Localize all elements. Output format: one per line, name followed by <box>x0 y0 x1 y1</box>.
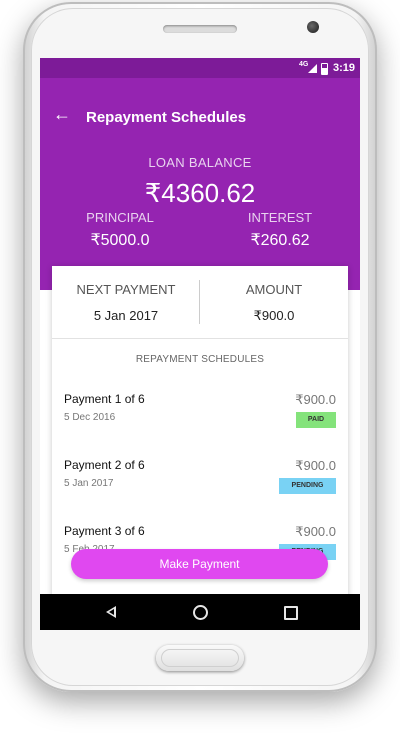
signal-icon <box>308 64 317 73</box>
front-camera <box>307 21 319 33</box>
status-badge: PENDING <box>279 478 336 494</box>
principal-value: ₹5000.0 <box>90 232 150 249</box>
schedule-row[interactable]: Payment 2 of 6 5 Jan 2017 ₹900.0 PENDING <box>52 458 348 520</box>
make-payment-button[interactable]: Make Payment <box>71 549 328 579</box>
payment-name: Payment 2 of 6 <box>64 458 145 472</box>
payment-amount: ₹900.0 <box>295 524 336 539</box>
interest-value: ₹260.62 <box>250 232 310 249</box>
nav-recent-icon[interactable] <box>284 606 298 620</box>
loan-balance-value: ₹4360.62 <box>144 178 256 208</box>
android-nav-bar <box>40 594 360 630</box>
schedules-heading: REPAYMENT SCHEDULES <box>135 354 265 365</box>
loan-balance-label: LOAN BALANCE <box>148 155 252 170</box>
app-screen: 4G 3:19 ← Repayment Schedules LOAN BALAN… <box>40 58 360 630</box>
principal-label: PRINCIPAL <box>86 210 154 225</box>
arrow-back-icon[interactable]: ← <box>53 105 71 123</box>
schedule-row[interactable]: Payment 1 of 6 5 Dec 2016 ₹900.0 PAID <box>52 392 348 454</box>
payment-date: 5 Jan 2017 <box>64 478 114 489</box>
amount-label: AMOUNT <box>245 282 303 297</box>
network-type: 4G <box>299 61 309 68</box>
status-bar: 4G 3:19 <box>40 58 360 78</box>
loan-summary-header: ← Repayment Schedules LOAN BALANCE ₹4360… <box>40 78 360 290</box>
interest-label: INTEREST <box>247 210 313 225</box>
payment-name: Payment 3 of 6 <box>64 524 145 538</box>
payment-amount: ₹900.0 <box>295 458 336 473</box>
nav-home-icon[interactable] <box>193 605 208 620</box>
status-time: 3:19 <box>333 62 356 74</box>
section-divider <box>52 338 348 339</box>
payment-amount: ₹900.0 <box>295 392 336 407</box>
page-title: Repayment Schedules <box>86 109 247 126</box>
hardware-home-button[interactable] <box>156 645 244 671</box>
status-badge: PAID <box>296 412 336 428</box>
next-payment-date: 5 Jan 2017 <box>93 308 159 323</box>
amount-value: ₹900.0 <box>253 308 295 323</box>
battery-icon <box>321 63 328 75</box>
next-payment-label: NEXT PAYMENT <box>76 282 176 297</box>
earpiece-speaker <box>163 25 237 33</box>
payment-name: Payment 1 of 6 <box>64 392 145 406</box>
payment-date: 5 Dec 2016 <box>64 412 116 423</box>
